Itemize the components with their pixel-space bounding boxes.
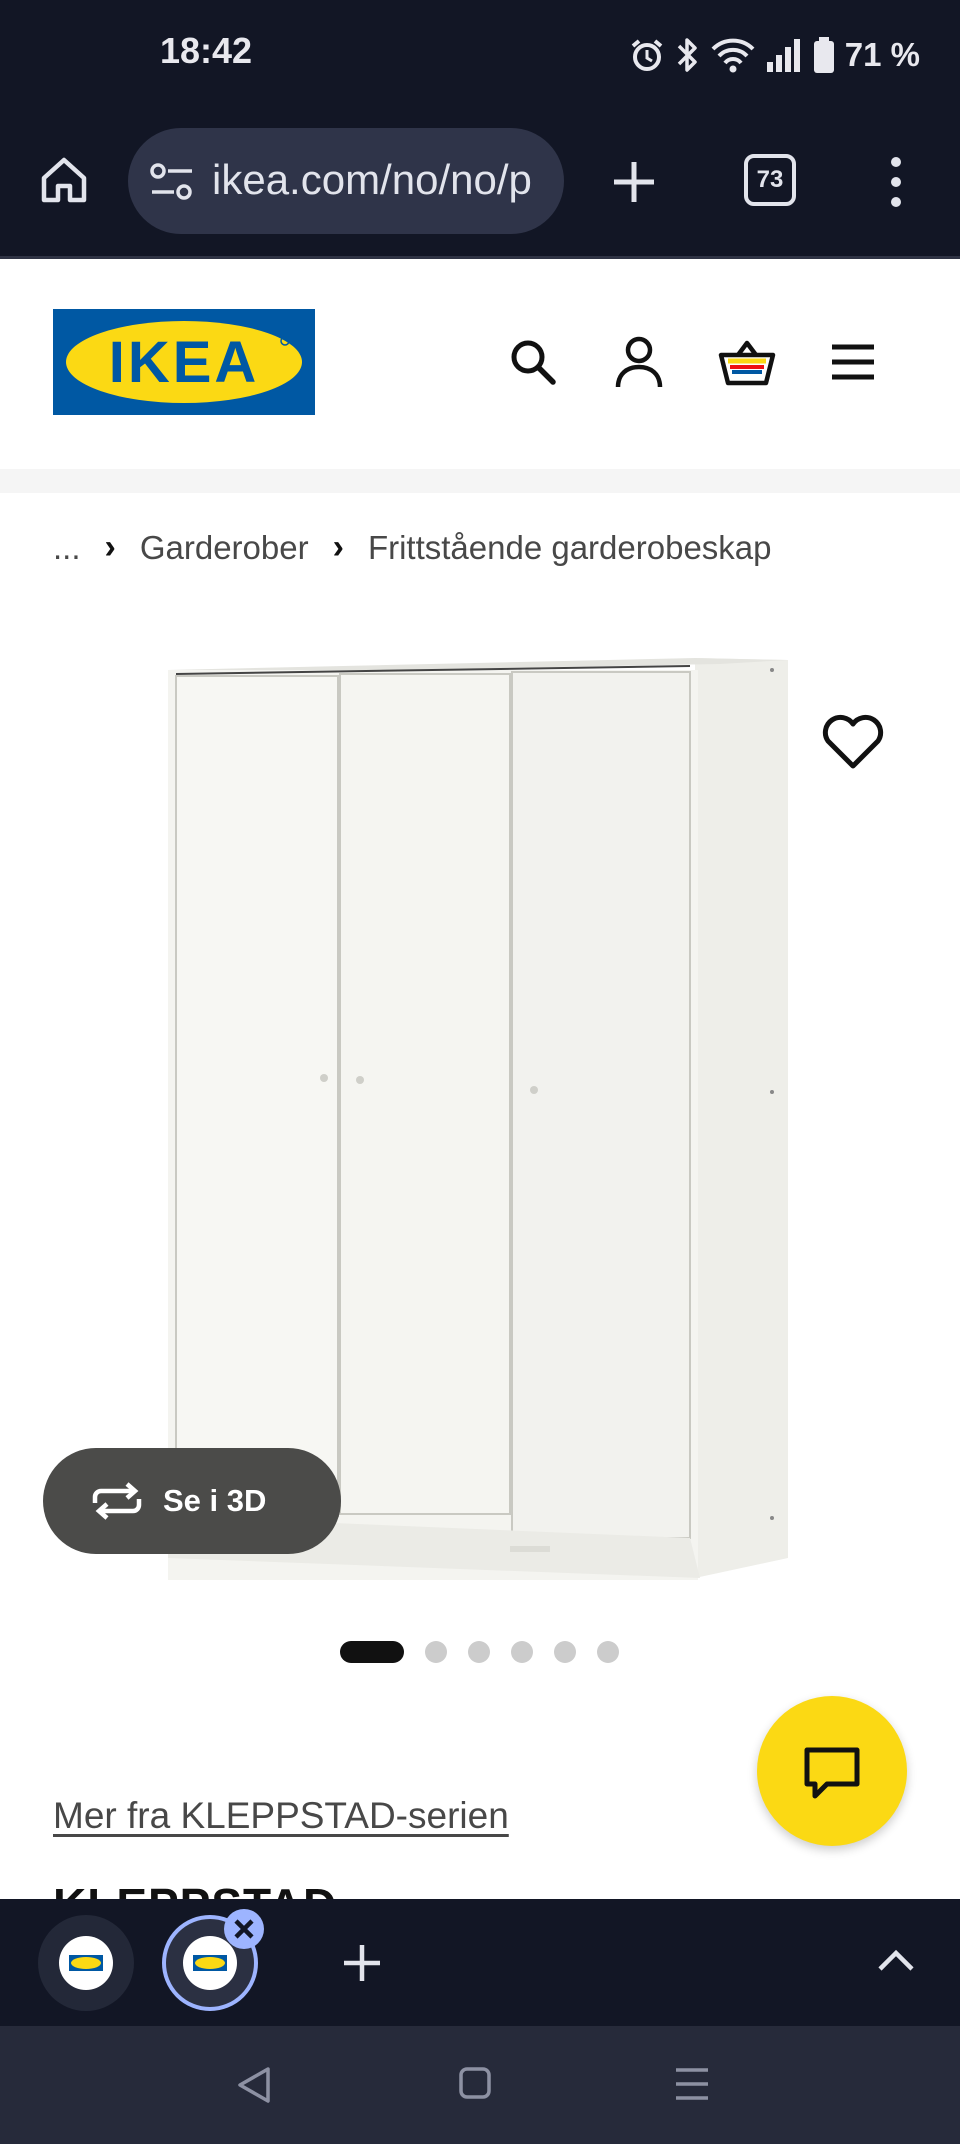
- status-icons: 71 %: [629, 30, 920, 80]
- rotate-3d-icon: [92, 1482, 142, 1520]
- battery-percent: 71 %: [844, 36, 920, 73]
- url-text: ikea.com/no/no/p: [212, 156, 532, 203]
- wifi-icon: [711, 38, 755, 73]
- bluetooth-icon: [677, 38, 697, 72]
- breadcrumb: ... › Garderober › Frittstående garderob…: [53, 528, 772, 567]
- breadcrumb-ellipsis[interactable]: ...: [53, 529, 81, 567]
- carousel-dot[interactable]: [425, 1641, 447, 1663]
- series-link[interactable]: Mer fra KLEPPSTAD-serien: [53, 1795, 509, 1837]
- ikea-favicon: [59, 1936, 113, 1990]
- carousel-dot[interactable]: [511, 1641, 533, 1663]
- add-tab-icon[interactable]: [340, 1941, 384, 1985]
- header-divider: [0, 469, 960, 493]
- close-tab-icon[interactable]: [224, 1909, 264, 1949]
- tab-group-strip: [0, 1899, 960, 2026]
- favorite-heart-icon[interactable]: [822, 714, 884, 770]
- search-icon[interactable]: [508, 337, 558, 387]
- recents-icon[interactable]: [674, 2066, 710, 2102]
- more-menu-icon[interactable]: [884, 156, 908, 208]
- browser-toolbar: ikea.com/no/no/p 73: [0, 110, 960, 259]
- site-settings-icon[interactable]: [150, 162, 194, 202]
- carousel-dot[interactable]: [554, 1641, 576, 1663]
- home-icon[interactable]: [38, 154, 90, 206]
- carousel-dots: [340, 1641, 619, 1663]
- battery-icon: [813, 37, 834, 73]
- cart-icon[interactable]: [718, 339, 776, 387]
- account-icon[interactable]: [614, 335, 664, 389]
- site-header: IKEA: [0, 259, 960, 469]
- menu-icon[interactable]: [830, 343, 876, 381]
- breadcrumb-item-garderober[interactable]: Garderober: [140, 529, 309, 567]
- chevron-right-icon: ›: [104, 528, 116, 566]
- chat-bubble-icon: [804, 1747, 860, 1799]
- chevron-up-icon[interactable]: [876, 1947, 916, 1973]
- signal-icon: [766, 39, 800, 72]
- address-bar[interactable]: ikea.com/no/no/p: [128, 128, 564, 234]
- see-in-3d-label: Se i 3D: [163, 1483, 267, 1518]
- alarm-icon: [631, 39, 663, 71]
- home-nav-icon[interactable]: [458, 2066, 492, 2100]
- logo-text: IKEA: [109, 330, 260, 395]
- tab-switcher-button[interactable]: 73: [744, 154, 796, 206]
- carousel-dot[interactable]: [468, 1641, 490, 1663]
- chat-button[interactable]: [757, 1696, 907, 1846]
- carousel-dot-active[interactable]: [340, 1641, 404, 1663]
- tab-thumbnail[interactable]: [38, 1915, 134, 2011]
- see-in-3d-button[interactable]: Se i 3D: [43, 1448, 341, 1554]
- ikea-logo[interactable]: IKEA: [53, 309, 315, 415]
- breadcrumb-item-frittstaaende[interactable]: Frittstående garderobeskap: [368, 529, 772, 567]
- new-tab-icon[interactable]: [610, 158, 658, 206]
- back-icon[interactable]: [236, 2066, 272, 2104]
- system-nav-bar: [0, 2026, 960, 2144]
- status-bar: 18:42 71 %: [0, 0, 960, 110]
- status-time: 18:42: [160, 30, 253, 71]
- chevron-right-icon: ›: [332, 528, 344, 566]
- carousel-dot[interactable]: [597, 1641, 619, 1663]
